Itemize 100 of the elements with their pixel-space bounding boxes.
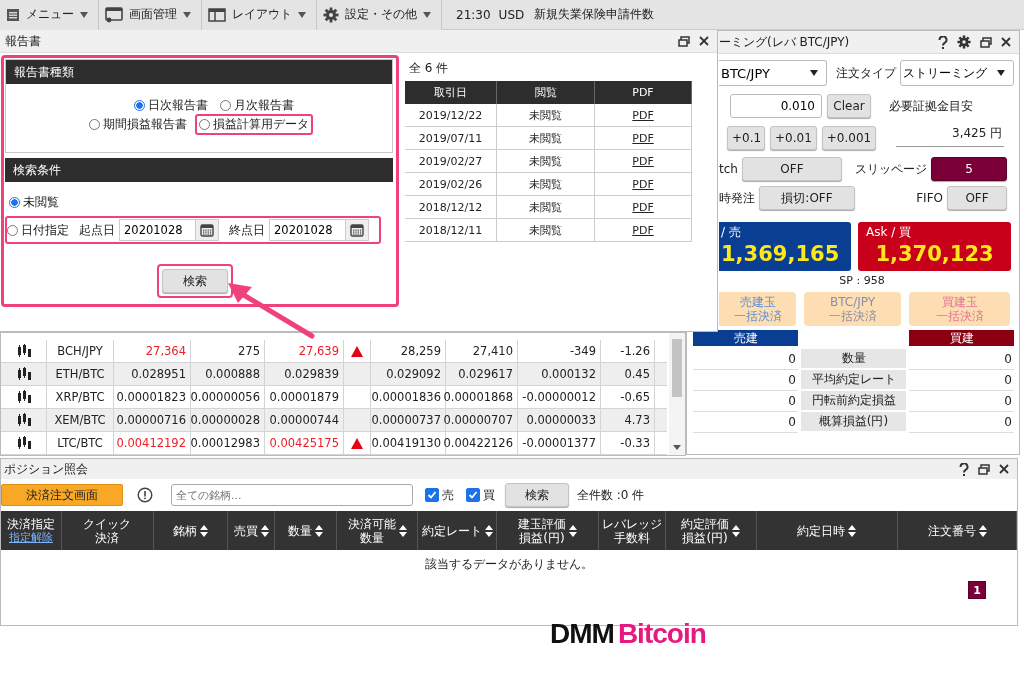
monitor-icon bbox=[105, 6, 123, 23]
radio-button[interactable] bbox=[134, 100, 145, 111]
scrollbar[interactable] bbox=[669, 333, 685, 455]
toggle-button[interactable]: 5 bbox=[931, 157, 1007, 181]
toggle-button[interactable]: OFF bbox=[741, 157, 842, 181]
order-screen-button[interactable]: 決済注文画面 bbox=[1, 484, 123, 506]
search-button[interactable]: 検索 bbox=[505, 483, 569, 507]
clear-button[interactable]: Clear bbox=[827, 94, 871, 118]
increment-button[interactable]: +0.01 bbox=[770, 125, 817, 150]
sort-icon[interactable] bbox=[568, 524, 577, 537]
row-label: 円転前約定損益 bbox=[801, 391, 906, 412]
table-cell: BCH/JPY bbox=[47, 340, 114, 362]
table-cell: 0.029617 bbox=[446, 363, 518, 385]
sort-icon[interactable] bbox=[398, 524, 407, 537]
pdf-link[interactable]: PDF bbox=[632, 131, 654, 145]
column-header: 約定評価 損益(円) bbox=[681, 516, 730, 545]
column-header: 取引日 bbox=[405, 81, 498, 104]
toolbar-menu[interactable]: 画面管理 bbox=[99, 0, 202, 30]
setting-label: スリッページ bbox=[855, 160, 927, 178]
pdf-link[interactable]: PDF bbox=[632, 223, 654, 237]
table-cell: 0.000132 bbox=[518, 363, 601, 385]
increment-button[interactable]: +0.001 bbox=[821, 125, 877, 150]
toggle-button[interactable]: 損切:OFF bbox=[759, 186, 855, 210]
pdf-link[interactable]: PDF bbox=[632, 154, 654, 168]
restore-icon[interactable] bbox=[980, 36, 992, 48]
checkbox[interactable] bbox=[425, 488, 439, 502]
column-header: レバレッジ 手数料 bbox=[601, 516, 662, 545]
toolbar-menu[interactable]: メニュー bbox=[0, 0, 99, 30]
restore-icon[interactable] bbox=[978, 463, 990, 475]
ask-price-button[interactable]: Ask / 買 1,370,123 bbox=[858, 222, 1011, 271]
candlestick-icon[interactable] bbox=[16, 390, 31, 404]
date-field[interactable]: 20201028 bbox=[119, 219, 195, 241]
close-icon[interactable] bbox=[1001, 37, 1011, 47]
column-header: 数量 bbox=[288, 523, 313, 538]
calendar-button[interactable] bbox=[345, 219, 369, 241]
help-icon[interactable] bbox=[959, 462, 969, 476]
radio-button[interactable] bbox=[220, 100, 231, 111]
news-time: 21:30 bbox=[456, 7, 491, 22]
radio-label: 未閲覧 bbox=[23, 194, 59, 211]
settings-icon[interactable] bbox=[957, 35, 971, 49]
section-header: 報告書種類 bbox=[6, 60, 392, 84]
column-header: 決済可能 数量 bbox=[347, 516, 396, 545]
sort-icon[interactable] bbox=[315, 524, 324, 537]
row-label: 平均約定レート bbox=[801, 370, 906, 391]
candlestick-icon[interactable] bbox=[16, 367, 31, 381]
candlestick-icon[interactable] bbox=[16, 344, 31, 358]
table-cell: -349 bbox=[518, 340, 601, 362]
table-cell: 0 bbox=[909, 370, 1014, 391]
close-icon[interactable] bbox=[699, 36, 709, 46]
date-field[interactable]: 20201028 bbox=[269, 219, 345, 241]
calendar-button[interactable] bbox=[195, 219, 219, 241]
pdf-link[interactable]: PDF bbox=[632, 177, 654, 191]
radio-label: 期間損益報告書 bbox=[103, 116, 187, 133]
table-cell: 未閲覧 bbox=[497, 104, 595, 126]
caret-icon[interactable] bbox=[673, 445, 681, 450]
increment-button[interactable]: +0.1 bbox=[727, 125, 765, 150]
setting-label: tch bbox=[719, 162, 738, 176]
empty-message: 該当するデータがありません。 bbox=[424, 556, 594, 573]
radio-button[interactable] bbox=[199, 119, 210, 130]
total-count: 全件数 :0 件 bbox=[577, 486, 645, 504]
order-type-label: 注文タイプ bbox=[836, 64, 896, 82]
buy-header: 買建 bbox=[909, 330, 1014, 346]
field-label: 起点日 bbox=[79, 221, 115, 239]
sort-icon[interactable] bbox=[978, 524, 987, 537]
radio-label: 損益計算用データ bbox=[213, 116, 309, 133]
bid-price-button[interactable]: / 売 1,369,165 bbox=[719, 222, 851, 271]
table-cell: -0.33 bbox=[601, 432, 655, 454]
radio-button[interactable] bbox=[9, 197, 20, 208]
help-icon[interactable] bbox=[938, 35, 948, 49]
search-field[interactable]: 全ての銘柄... bbox=[171, 484, 413, 506]
checkbox[interactable] bbox=[466, 488, 480, 502]
search-button[interactable]: 検索 bbox=[162, 269, 228, 293]
sort-icon[interactable] bbox=[484, 524, 493, 537]
radio-button[interactable] bbox=[7, 224, 18, 236]
table-cell: 0.00000744 bbox=[265, 409, 344, 431]
calendar-icon bbox=[350, 223, 364, 237]
pair-dropdown[interactable]: BTC/JPY bbox=[719, 60, 827, 86]
pdf-link[interactable]: PDF bbox=[632, 200, 654, 214]
pdf-link[interactable]: PDF bbox=[632, 108, 654, 122]
sort-icon[interactable] bbox=[848, 524, 857, 537]
table-cell: 0 bbox=[693, 349, 798, 370]
restore-icon[interactable] bbox=[678, 35, 690, 47]
toolbar-menu[interactable]: レイアウト bbox=[202, 0, 317, 30]
table-cell: 2019/02/26 bbox=[405, 173, 497, 195]
page-button[interactable]: 1 bbox=[968, 581, 986, 599]
sort-icon[interactable] bbox=[260, 524, 269, 537]
amount-field[interactable]: 0.010 bbox=[730, 94, 822, 118]
toggle-button[interactable]: OFF bbox=[947, 186, 1007, 210]
order-type-dropdown[interactable]: ストリーミング bbox=[900, 60, 1014, 86]
candlestick-icon[interactable] bbox=[16, 413, 31, 427]
alert-icon[interactable] bbox=[137, 487, 153, 503]
clear-selection-link[interactable]: 指定解除 bbox=[8, 530, 53, 545]
candlestick-icon[interactable] bbox=[16, 436, 31, 450]
table-cell: 0.000888 bbox=[191, 363, 265, 385]
table-cell: 0.00012983 bbox=[191, 432, 265, 454]
toolbar-menu[interactable]: 設定・その他 bbox=[317, 0, 442, 30]
sort-icon[interactable] bbox=[732, 524, 741, 537]
radio-button[interactable] bbox=[89, 119, 100, 130]
sort-icon[interactable] bbox=[199, 524, 208, 537]
close-icon[interactable] bbox=[999, 464, 1009, 474]
